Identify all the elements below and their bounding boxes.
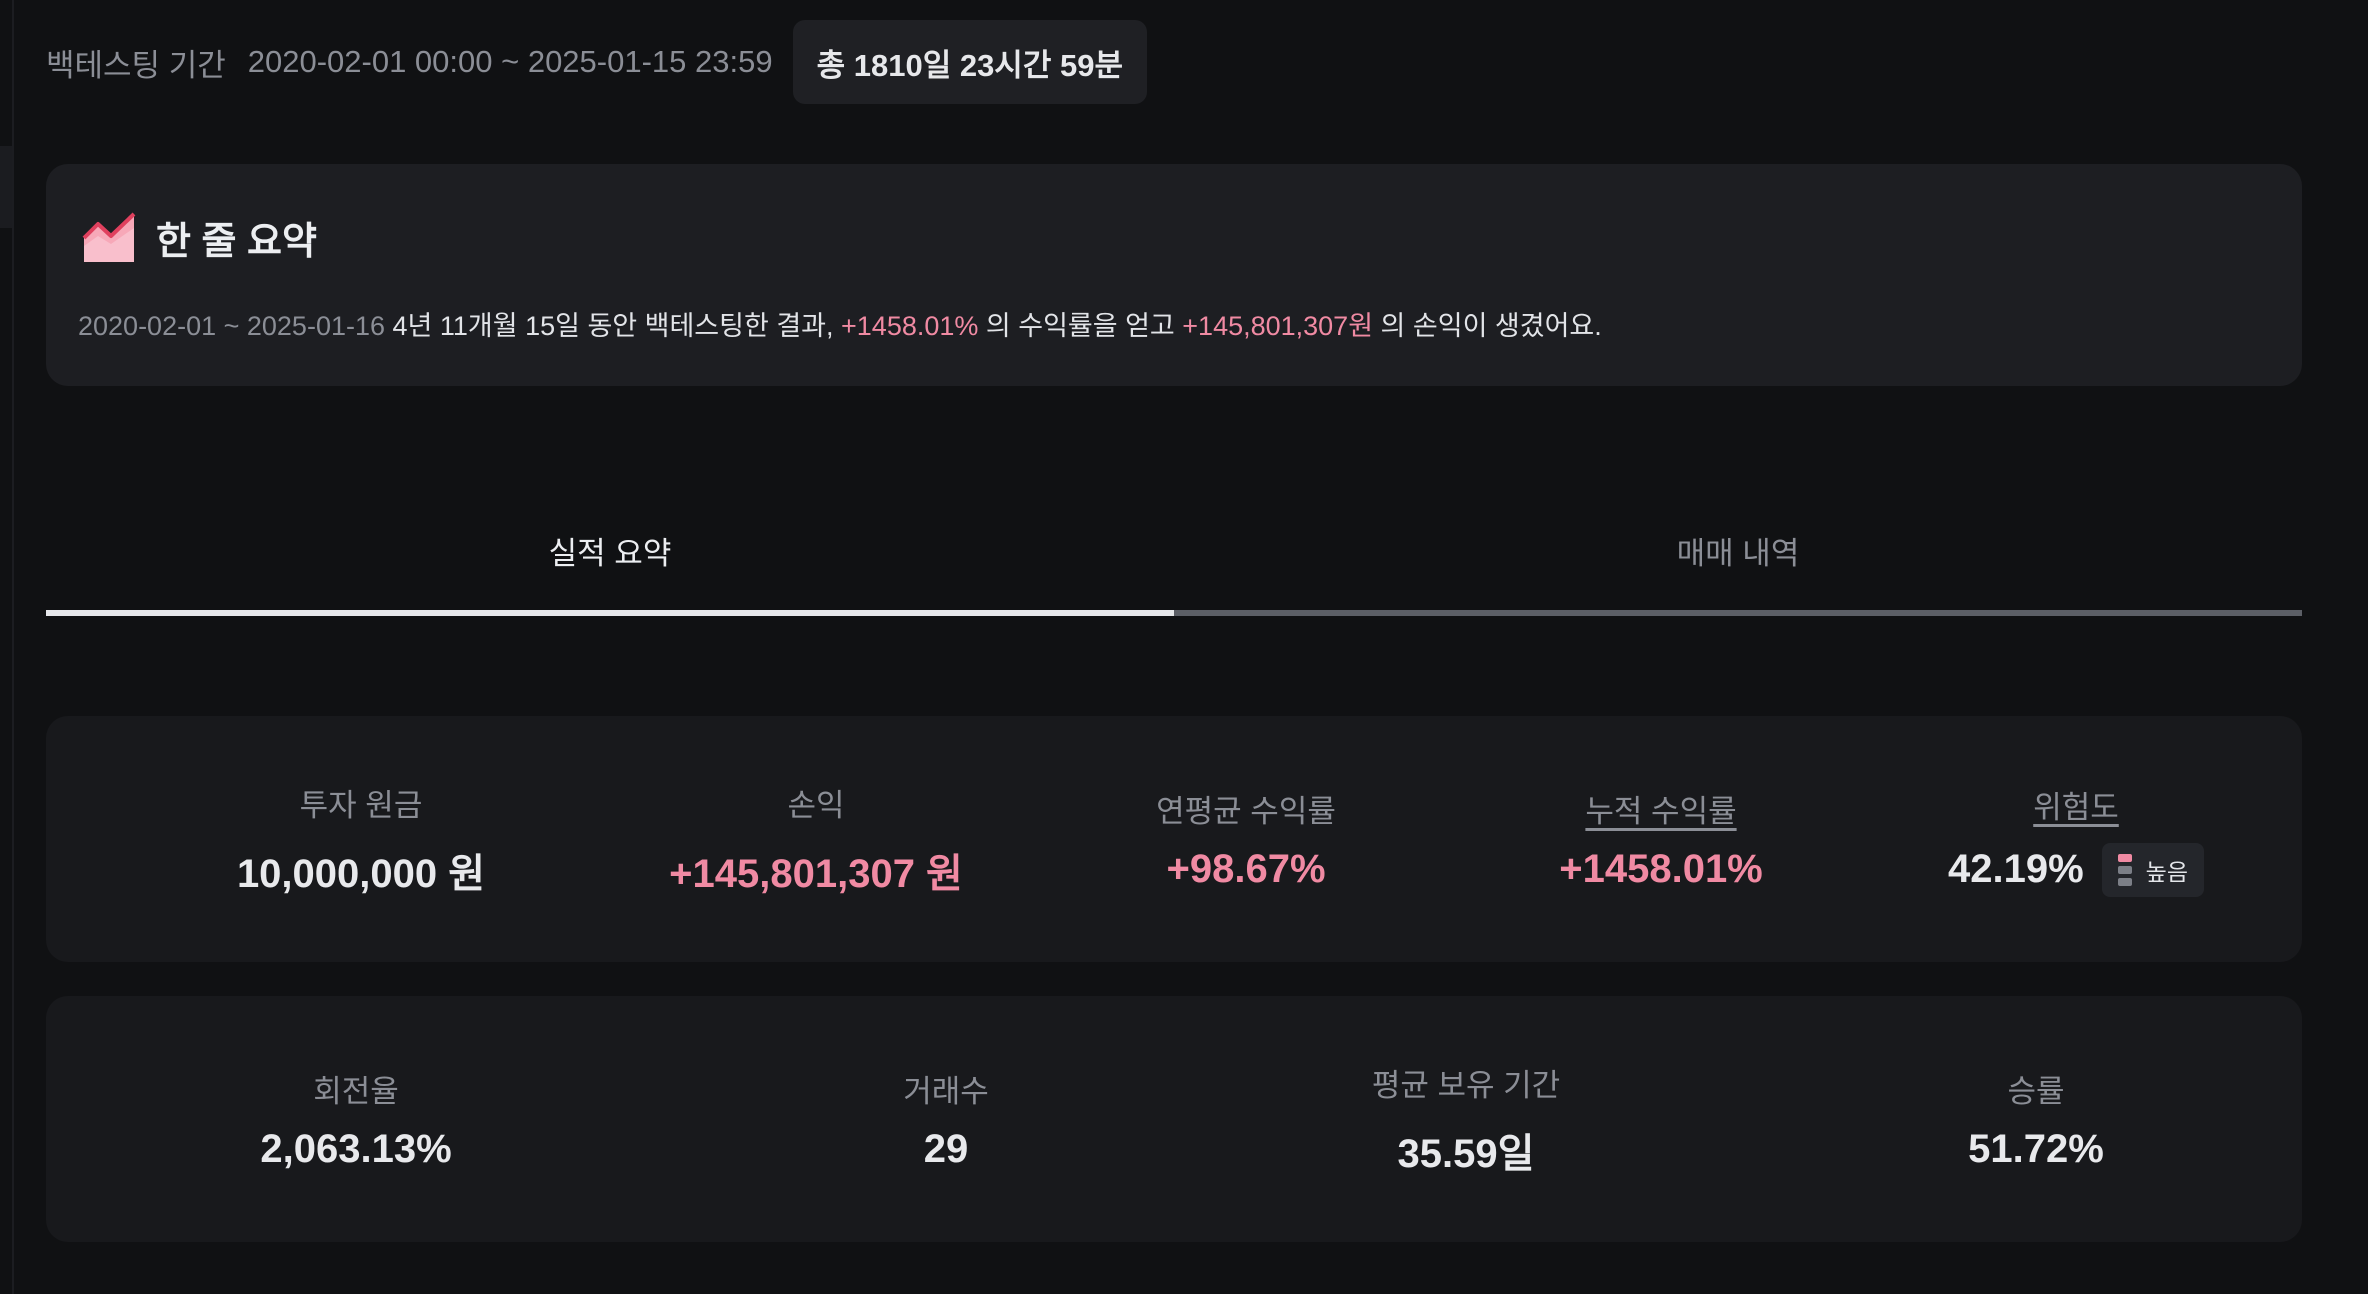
summary-return-rate: +1458.01% [841, 311, 979, 341]
metric-label: 연평균 수익률 [1156, 794, 1336, 829]
summary-profit: +145,801,307원 [1182, 311, 1374, 341]
period-total-badge: 총 1810일 23시간 59분 [792, 20, 1147, 104]
tab-performance-summary[interactable]: 실적 요약 [46, 490, 1174, 616]
metric-label: 거래수 [903, 1074, 989, 1109]
period-range: 2020-02-01 00:00 ~ 2025-01-15 23:59 [247, 44, 773, 79]
metric-label: 평균 보유 기간 [1371, 1067, 1561, 1103]
metric-label: 회전율 [313, 1074, 399, 1109]
metric-value: 2,063.13% [260, 1127, 452, 1171]
summary-sentence: 2020-02-01 ~ 2025-01-16 4년 11개월 15일 동안 백… [78, 304, 1602, 343]
metric-label: 승률 [2007, 1074, 2065, 1109]
metric-annual-return: 연평균 수익률 +98.67% [1096, 716, 1396, 962]
metric-value: 35.59일 [1397, 1131, 1535, 1176]
metric-label: 손익 [787, 787, 845, 823]
metric-value: +1458.01% [1559, 847, 1763, 891]
metric-cumulative-return: 누적 수익률 +1458.01% [1496, 716, 1826, 962]
area-chart-icon [82, 212, 136, 262]
metric-value: 42.19% [1948, 847, 2084, 891]
period-label: 백테스팅 기간 [46, 47, 226, 83]
metric-label: 투자 원금 [299, 787, 423, 823]
risk-level-badge: 높음 [2101, 842, 2204, 897]
summary-text-3: 의 손익이 생겼어요. [1373, 311, 1602, 341]
tab-label: 매매 내역 [1676, 536, 1800, 571]
metric-value: +145,801,307 원 [669, 851, 963, 896]
metric-win-rate: 승률 51.72% [1886, 996, 2186, 1242]
metric-principal: 투자 원금 10,000,000 원 [196, 716, 526, 962]
summary-date-range: 2020-02-01 ~ 2025-01-16 [78, 311, 385, 341]
metric-value: 29 [923, 1127, 969, 1171]
metric-profit: 손익 +145,801,307 원 [616, 716, 1016, 962]
metric-value: 51.72% [1968, 1127, 2104, 1171]
metric-avg-holding-period: 평균 보유 기간 35.59일 [1296, 996, 1636, 1242]
one-line-summary-card: 한 줄 요약 2020-02-01 ~ 2025-01-16 4년 11개월 1… [46, 164, 2302, 386]
summary-text-2: 의 수익률을 얻고 [978, 311, 1183, 341]
metric-value: 10,000,000 원 [236, 851, 486, 896]
metric-trade-count: 거래수 29 [796, 996, 1096, 1242]
backtest-result-page: 백테스팅 기간 2020-02-01 00:00 ~ 2025-01-15 23… [0, 0, 2368, 1294]
risk-level-label: 높음 [2145, 858, 2188, 885]
summary-text-1: 4년 11개월 15일 동안 백테스팅한 결과, [385, 311, 842, 341]
summary-header: 한 줄 요약 [82, 210, 317, 265]
tab-indicator [1174, 610, 2302, 616]
tab-trade-history[interactable]: 매매 내역 [1174, 490, 2302, 616]
tab-label: 실적 요약 [548, 536, 672, 571]
metric-label-link[interactable]: 위험도 [2033, 782, 2119, 827]
primary-metrics-card: 투자 원금 10,000,000 원 손익 +145,801,307 원 연평균… [46, 716, 2302, 962]
metric-label-link[interactable]: 누적 수익률 [1585, 786, 1736, 831]
tab-indicator-active [46, 610, 1174, 616]
left-rail-handle [0, 146, 12, 228]
risk-level-icon [2117, 853, 2132, 886]
left-rail [0, 0, 14, 1294]
metric-value: +98.67% [1166, 847, 1326, 891]
backtest-period: 백테스팅 기간 2020-02-01 00:00 ~ 2025-01-15 23… [46, 20, 1147, 104]
result-tabs: 실적 요약 매매 내역 [46, 490, 2302, 616]
metric-turnover: 회전율 2,063.13% [206, 996, 506, 1242]
metric-risk: 위험도 42.19% 높음 [1866, 716, 2286, 962]
summary-title: 한 줄 요약 [156, 221, 317, 263]
secondary-metrics-card: 회전율 2,063.13% 거래수 29 평균 보유 기간 35.59일 승률 … [46, 996, 2302, 1242]
risk-value-row: 42.19% 높음 [1948, 842, 2204, 897]
